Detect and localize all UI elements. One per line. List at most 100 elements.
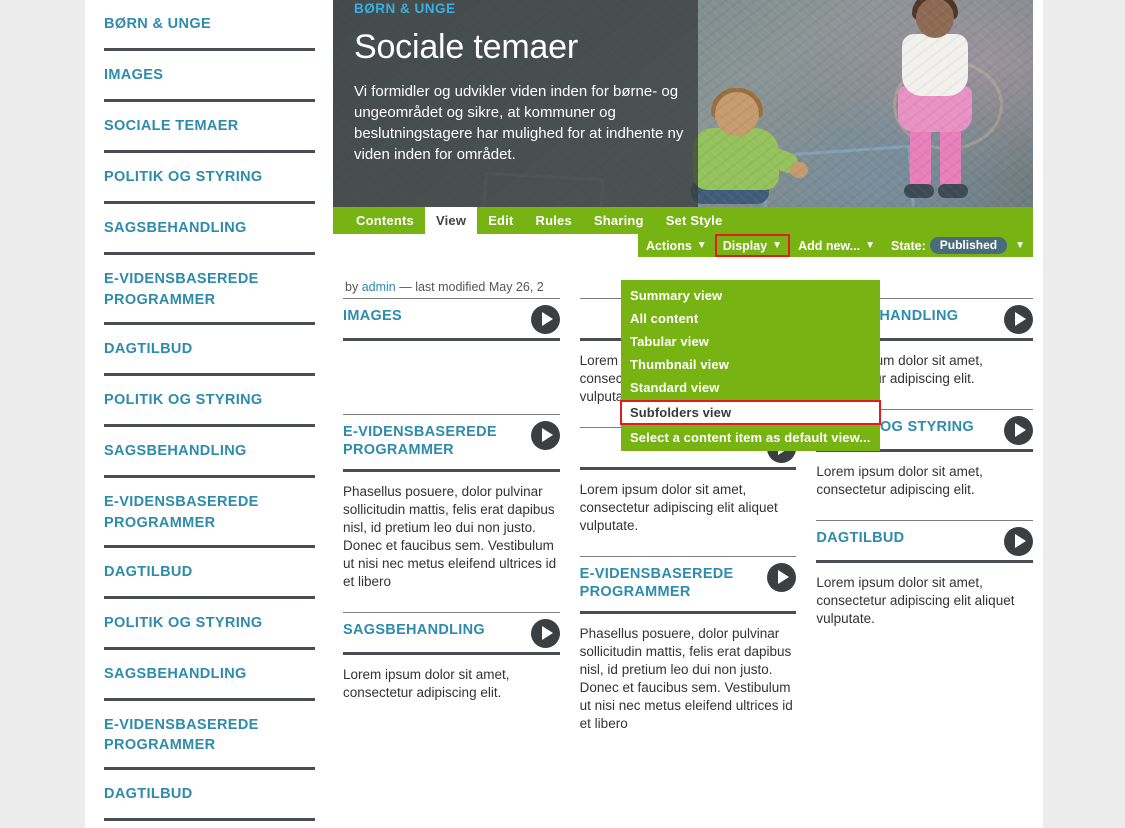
left-sidebar-nav: BØRN & UNGE IMAGES SOCIALE TEMAER POLITIK O…	[85, 0, 333, 828]
chevron-down-icon: ▼	[1015, 240, 1025, 251]
sidebar-item-label[interactable]: POLITIK OG STYRING	[104, 390, 315, 411]
display-menu-item[interactable]: Standard view	[621, 376, 880, 399]
sidebar-item-label[interactable]: E-VIDENSBASEREDE PROGRAMMER	[104, 715, 315, 757]
card-body-text	[343, 341, 560, 393]
hero-description: Vi formidler og udvikler viden inden for…	[354, 83, 684, 163]
hero-kicker: BØRN & UNGE	[354, 1, 456, 16]
toolbar-spacer	[333, 234, 638, 257]
sidebar-item-label[interactable]: SAGSBEHANDLING	[104, 664, 315, 685]
sidebar-item[interactable]: DAGTILBUD	[104, 548, 315, 599]
sidebar-item[interactable]: SOCIALE TEMAER	[104, 102, 315, 153]
sidebar-item[interactable]: E-VIDENSBASEREDE PROGRAMMER	[104, 478, 315, 548]
card-title-link[interactable]: E-VIDENSBASEREDE PROGRAMMER	[343, 423, 531, 465]
state-menu-button[interactable]: State: Published ▼	[883, 234, 1033, 257]
card-title-link[interactable]: IMAGES	[343, 307, 410, 331]
sidebar-item-label[interactable]: E-VIDENSBASEREDE PROGRAMMER	[104, 269, 315, 311]
display-dropdown-menu: Summary view All content Tabular view Thumb…	[620, 280, 881, 451]
edit-bar-tabs: Contents View Edit Rules Sharing Set Style	[333, 207, 1033, 234]
sidebar-item-label[interactable]: POLITIK OG STYRING	[104, 167, 315, 188]
tab-rules[interactable]: Rules	[525, 207, 583, 234]
sidebar-item[interactable]: BØRN & UNGE	[104, 0, 315, 51]
state-label: State:	[891, 238, 926, 253]
child-standing-figure	[878, 0, 998, 199]
sidebar-item-label[interactable]: SAGSBEHANDLING	[104, 441, 315, 462]
sidebar-item-label[interactable]: SOCIALE TEMAER	[104, 116, 315, 137]
card-title-link[interactable]	[580, 307, 588, 313]
sidebar-item-label[interactable]: DAGTILBUD	[104, 339, 315, 360]
hero-banner: BØRN & UNGE Sociale temaer Vi formidler …	[333, 0, 1033, 207]
chalk-house-decoration	[760, 144, 916, 207]
play-arrow-icon[interactable]	[530, 421, 560, 450]
sidebar-item[interactable]: SAGSBEHANDLING	[104, 650, 315, 701]
card-title-link[interactable]: DAGTILBUD	[816, 529, 912, 553]
card-body-text: Phasellus posuere, dolor pulvinar sollic…	[343, 484, 557, 589]
card-title-link[interactable]: SAGSBEHANDLING	[343, 621, 493, 645]
subfolder-card[interactable]: IMAGES	[343, 298, 560, 393]
sidebar-item[interactable]: DAGTILBUD	[104, 770, 315, 822]
subfolder-card[interactable]: E-VIDENSBASEREDE PROGRAMMER Phasellus pos…	[579, 556, 797, 733]
play-arrow-icon[interactable]	[530, 305, 560, 334]
card-body-text: Lorem ipsum dolor sit amet, consectetur …	[816, 464, 983, 497]
child-crouching-figure	[685, 88, 815, 207]
play-arrow-icon[interactable]	[1004, 416, 1034, 445]
hero-title: Sociale temaer	[354, 28, 578, 66]
play-arrow-icon[interactable]	[1004, 305, 1034, 334]
chevron-down-icon: ▼	[772, 240, 783, 251]
add-new-menu-label: Add new...	[798, 238, 861, 253]
tab-sharing[interactable]: Sharing	[583, 207, 655, 234]
sidebar-item-label[interactable]: DAGTILBUD	[104, 784, 315, 805]
sidebar-item[interactable]: IMAGES	[104, 51, 315, 102]
play-arrow-icon[interactable]	[1004, 527, 1034, 556]
hero-text-block: BØRN & UNGE Sociale temaer Vi formidler …	[354, 0, 684, 165]
card-column: IMAGES E-VIDENSBASEREDE PROGRAMMER Phasell…	[333, 298, 570, 754]
display-menu-label: Display	[722, 238, 768, 253]
sidebar-item-label[interactable]: E-VIDENSBASEREDE PROGRAMMER	[104, 492, 315, 534]
card-header: SAGSBEHANDLING	[343, 612, 560, 655]
sidebar-item[interactable]: POLITIK OG STYRING	[104, 599, 315, 650]
play-arrow-icon[interactable]	[767, 563, 797, 592]
byline: by admin — last modified May 26, 2	[345, 280, 544, 294]
sidebar-item-label[interactable]: IMAGES	[104, 65, 315, 86]
sidebar-item-label[interactable]: SAGSBEHANDLING	[104, 218, 315, 239]
byline-author-link[interactable]: admin	[362, 280, 396, 294]
display-menu-item[interactable]: Subfolders view	[620, 400, 881, 425]
sidebar-item[interactable]: SAGSBEHANDLING	[104, 204, 315, 255]
add-new-menu-button[interactable]: Add new... ▼	[790, 234, 883, 257]
subfolder-card[interactable]: E-VIDENSBASEREDE PROGRAMMER Phasellus pos…	[343, 414, 560, 591]
subfolder-card[interactable]: DAGTILBUD Lorem ipsum dolor sit amet, con…	[816, 520, 1034, 628]
actions-menu-label: Actions	[645, 238, 692, 253]
display-menu-item[interactable]: Thumbnail view	[621, 353, 880, 376]
card-header: E-VIDENSBASEREDE PROGRAMMER	[343, 414, 560, 472]
sidebar-item[interactable]: DAGTILBUD	[104, 325, 315, 376]
card-title-link[interactable]: E-VIDENSBASEREDE PROGRAMMER	[580, 565, 768, 607]
sidebar-item-label[interactable]: BØRN & UNGE	[104, 14, 315, 35]
tab-contents[interactable]: Contents	[345, 207, 425, 234]
status-badge: Published	[929, 237, 1008, 254]
tab-edit[interactable]: Edit	[477, 207, 524, 234]
byline-modified: — last modified May 26, 2	[399, 280, 544, 294]
sidebar-item[interactable]: POLITIK OG STYRING	[104, 376, 315, 427]
display-menu-button[interactable]: Display ▼	[714, 234, 791, 257]
display-menu-item[interactable]: Tabular view	[621, 330, 880, 353]
sidebar-item[interactable]: POLITIK OG STYRING	[104, 153, 315, 204]
sidebar-item[interactable]: SAGSBEHANDLING	[104, 427, 315, 478]
display-menu-item[interactable]: All content	[621, 307, 880, 330]
subfolder-card[interactable]: SAGSBEHANDLING Lorem ipsum dolor sit amet…	[343, 612, 560, 702]
sidebar-item[interactable]: E-VIDENSBASEREDE PROGRAMMER	[104, 701, 315, 771]
card-title-link[interactable]	[580, 436, 588, 442]
play-arrow-icon[interactable]	[530, 619, 560, 648]
card-body-text: Phasellus posuere, dolor pulvinar sollic…	[579, 626, 793, 731]
byline-prefix: by	[345, 280, 359, 294]
card-body-text: Lorem ipsum dolor sit amet, consectetur …	[579, 482, 778, 533]
sidebar-item-label[interactable]: DAGTILBUD	[104, 562, 315, 583]
tab-set-style[interactable]: Set Style	[655, 207, 734, 234]
card-body-text: Lorem ipsum dolor sit amet, consectetur …	[816, 575, 1015, 626]
chalk-circle-decoration	[893, 60, 1003, 150]
sidebar-item[interactable]: E-VIDENSBASEREDE PROGRAMMER	[104, 255, 315, 325]
card-header: IMAGES	[343, 298, 560, 341]
tab-view[interactable]: View	[424, 207, 478, 234]
display-menu-item[interactable]: Select a content item as default view...	[621, 426, 880, 449]
display-menu-item[interactable]: Summary view	[621, 284, 880, 307]
actions-menu-button[interactable]: Actions ▼	[638, 234, 715, 257]
sidebar-item-label[interactable]: POLITIK OG STYRING	[104, 613, 315, 634]
